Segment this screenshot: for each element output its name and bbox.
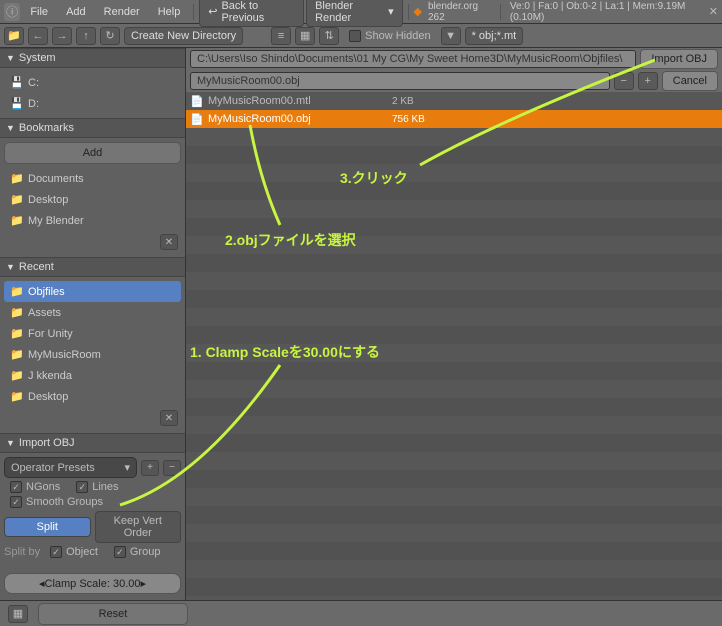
menu-help[interactable]: Help [150,4,189,20]
cancel-button[interactable]: Cancel [662,71,718,91]
file-toolbar: 📁 ← → ↑ ↻ Create New Directory ≡ ▦ ⇅ Sho… [0,24,722,48]
filter-icon[interactable]: ▼ [441,27,461,45]
list-item[interactable]: 📁Desktop [4,386,181,407]
list-item[interactable]: 📁Objfiles [4,281,181,302]
delete-icon[interactable]: ✕ [160,410,178,426]
filter-field[interactable]: * obj;*.mt [465,27,524,45]
system-panel-header[interactable]: ▼System [0,48,185,68]
presets-dropdown[interactable]: Operator Presets▾ [4,457,137,478]
add-bookmark-button[interactable]: Add [4,142,181,164]
file-icon: 📄 [190,95,204,108]
folder-icon: 📁 [10,348,24,361]
smooth-groups-checkbox[interactable]: ✓Smooth Groups [4,496,109,508]
list-item[interactable]: 📁Assets [4,302,181,323]
view-list-icon[interactable]: ≡ [271,27,291,45]
folder-icon[interactable]: 📁 [4,27,24,45]
recent-panel-header[interactable]: ▼Recent [0,257,185,277]
object-checkbox[interactable]: ✓Object [44,546,104,558]
file-row[interactable]: 📄 MyMusicRoom00.obj 756 KB [186,110,722,128]
preset-del-icon[interactable]: − [163,460,181,476]
chevron-down-icon: ▾ [124,461,130,474]
chevron-down-icon: ▾ [388,5,394,18]
file-icon: 📄 [190,113,204,126]
list-item[interactable]: 📁For Unity [4,323,181,344]
back-icon: ↩ [208,5,217,18]
sidebar: ▼System 💾C: 💾D: ▼Bookmarks Add 📁Document… [0,48,186,600]
view-grid-icon[interactable]: ▦ [295,27,315,45]
import-panel-header[interactable]: ▼Import OBJ [0,433,185,453]
main-menubar: ⓘ File Add Render Help ↩Back to Previous… [0,0,722,24]
delete-icon[interactable]: ✕ [160,234,178,250]
nav-back-icon[interactable]: ← [28,27,48,45]
nav-up-icon[interactable]: ↑ [76,27,96,45]
file-area: Import OBJ − + Cancel 📄 MyMusicRoom00.mt… [186,48,722,600]
stats-label: Ve:0 | Fa:0 | Ob:0-2 | La:1 | Mem:9.19M … [506,1,707,23]
keep-vert-button[interactable]: Keep Vert Order [95,511,182,543]
list-item[interactable]: 💾C: [4,72,181,93]
sort-icon[interactable]: ⇅ [319,27,339,45]
dec-icon[interactable]: − [614,72,634,90]
list-item[interactable]: 📁My Blender [4,210,181,231]
bookmarks-panel-header[interactable]: ▼Bookmarks [0,118,185,138]
folder-icon: 📁 [10,285,24,298]
ngons-checkbox[interactable]: ✓NGons [4,481,66,493]
create-dir-button[interactable]: Create New Directory [124,27,243,45]
clamp-scale-field[interactable]: ◂Clamp Scale: 30.00▸ [4,573,181,594]
split-by-label: Split by [4,546,40,558]
folder-icon: 📁 [10,172,24,185]
show-hidden-checkbox[interactable]: Show Hidden [343,30,436,42]
folder-icon: 📁 [10,306,24,319]
info-icon[interactable]: ⓘ [4,3,20,21]
folder-icon: 📁 [10,390,24,403]
list-item[interactable]: 📁J kkenda [4,365,181,386]
refresh-icon[interactable]: ↻ [100,27,120,45]
menu-add[interactable]: Add [58,4,94,20]
path-input[interactable] [190,50,636,68]
menu-render[interactable]: Render [96,4,148,20]
list-item[interactable]: 📁Documents [4,168,181,189]
inc-icon[interactable]: + [638,72,658,90]
group-checkbox[interactable]: ✓Group [108,546,167,558]
back-button[interactable]: ↩Back to Previous [199,0,304,27]
split-button[interactable]: Split [4,517,91,537]
list-item[interactable]: 📁Desktop [4,189,181,210]
folder-icon: 📁 [10,327,24,340]
drive-icon: 💾 [10,76,24,89]
lines-checkbox[interactable]: ✓Lines [70,481,124,493]
site-label: blender.org 262 [424,1,495,23]
close-icon[interactable]: ✕ [709,5,718,18]
list-item[interactable]: 💾D: [4,93,181,114]
menu-file[interactable]: File [22,4,56,20]
preset-add-icon[interactable]: + [141,460,159,476]
bottom-bar: ▦ Reset [0,600,722,626]
folder-icon: 📁 [10,369,24,382]
folder-icon: 📁 [10,214,24,227]
file-row[interactable]: 📄 MyMusicRoom00.mtl 2 KB [186,92,722,110]
list-item[interactable]: 📁MyMusicRoom [4,344,181,365]
panel-icon[interactable]: ▦ [8,605,28,623]
folder-icon: 📁 [10,193,24,206]
drive-icon: 💾 [10,97,24,110]
import-obj-button[interactable]: Import OBJ [640,49,718,69]
filename-input[interactable] [190,72,610,90]
blender-icon: ◆ [414,5,422,18]
renderer-dropdown[interactable]: Blender Render▾ [306,0,403,27]
reset-button[interactable]: Reset [38,603,188,625]
nav-fwd-icon[interactable]: → [52,27,72,45]
file-list[interactable]: 📄 MyMusicRoom00.mtl 2 KB 📄 MyMusicRoom00… [186,92,722,600]
